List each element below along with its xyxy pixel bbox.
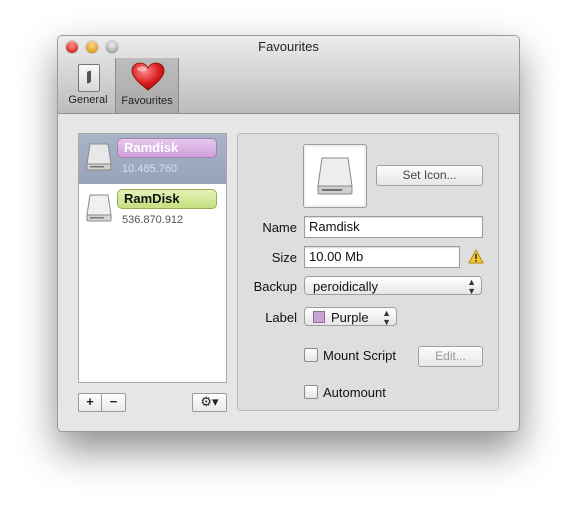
edit-script-button[interactable]: Edit... — [418, 346, 483, 367]
icon-well[interactable] — [303, 144, 367, 208]
mount-script-checkbox[interactable] — [304, 348, 318, 362]
add-button[interactable]: + — [78, 393, 102, 412]
name-label: Name — [262, 220, 297, 235]
purple-swatch — [313, 311, 325, 323]
automount-label: Automount — [323, 385, 386, 400]
set-icon-button[interactable]: Set Icon... — [376, 165, 483, 186]
label-color-popup[interactable]: Purple ▲ ▼ — [304, 307, 397, 327]
toolbar-favourites-label: Favourites — [121, 95, 173, 107]
list-item-name: Ramdisk — [117, 138, 217, 158]
favourites-list[interactable]: Ramdisk 10.485.760 RamDisk 536.870.912 — [78, 133, 227, 383]
list-item[interactable]: RamDisk 536.870.912 — [79, 185, 226, 235]
popup-arrows-icon: ▲ ▼ — [382, 308, 391, 327]
gear-menu-button[interactable]: ⚙▾ — [192, 393, 227, 412]
switch-icon — [78, 64, 100, 92]
list-item-size: 10.485.760 — [122, 163, 178, 175]
backup-popup[interactable]: peroidically ▲ ▼ — [304, 276, 482, 296]
list-item-size: 536.870.912 — [122, 214, 184, 226]
list-item[interactable]: Ramdisk 10.485.760 — [79, 134, 226, 184]
label-color-value: Purple — [331, 310, 369, 325]
toolbar-favourites-tab[interactable]: Favourites — [115, 58, 179, 113]
backup-label: Backup — [253, 279, 297, 294]
toolbar-general-label: General — [68, 94, 108, 106]
remove-button[interactable]: − — [101, 393, 126, 412]
mount-script-row[interactable]: Mount Script — [304, 348, 396, 363]
name-field[interactable]: Ramdisk — [304, 216, 483, 238]
drive-icon — [86, 194, 112, 222]
backup-value: peroidically — [313, 279, 379, 294]
automount-checkbox[interactable] — [304, 385, 318, 399]
title-bar: Favourites General Favourites — [58, 36, 519, 114]
drive-icon — [86, 143, 112, 171]
drive-icon — [317, 157, 353, 195]
heart-icon — [131, 62, 165, 91]
list-item-name: RamDisk — [117, 189, 217, 209]
toolbar-general-tab[interactable]: General — [64, 58, 112, 112]
size-label: Size — [271, 250, 297, 265]
details-panel: Set Icon... Name Ramdisk Size 10.00 Mb B… — [237, 133, 499, 411]
window-title: Favourites — [258, 39, 319, 54]
size-field[interactable]: 10.00 Mb — [304, 246, 460, 268]
warning-icon — [468, 249, 484, 264]
automount-row[interactable]: Automount — [304, 385, 386, 400]
popup-arrows-icon: ▲ ▼ — [467, 277, 476, 296]
favourites-window: Favourites General Favourites Ramdisk 10… — [57, 35, 520, 432]
mount-script-label: Mount Script — [323, 348, 396, 363]
label-label: Label — [265, 310, 297, 325]
